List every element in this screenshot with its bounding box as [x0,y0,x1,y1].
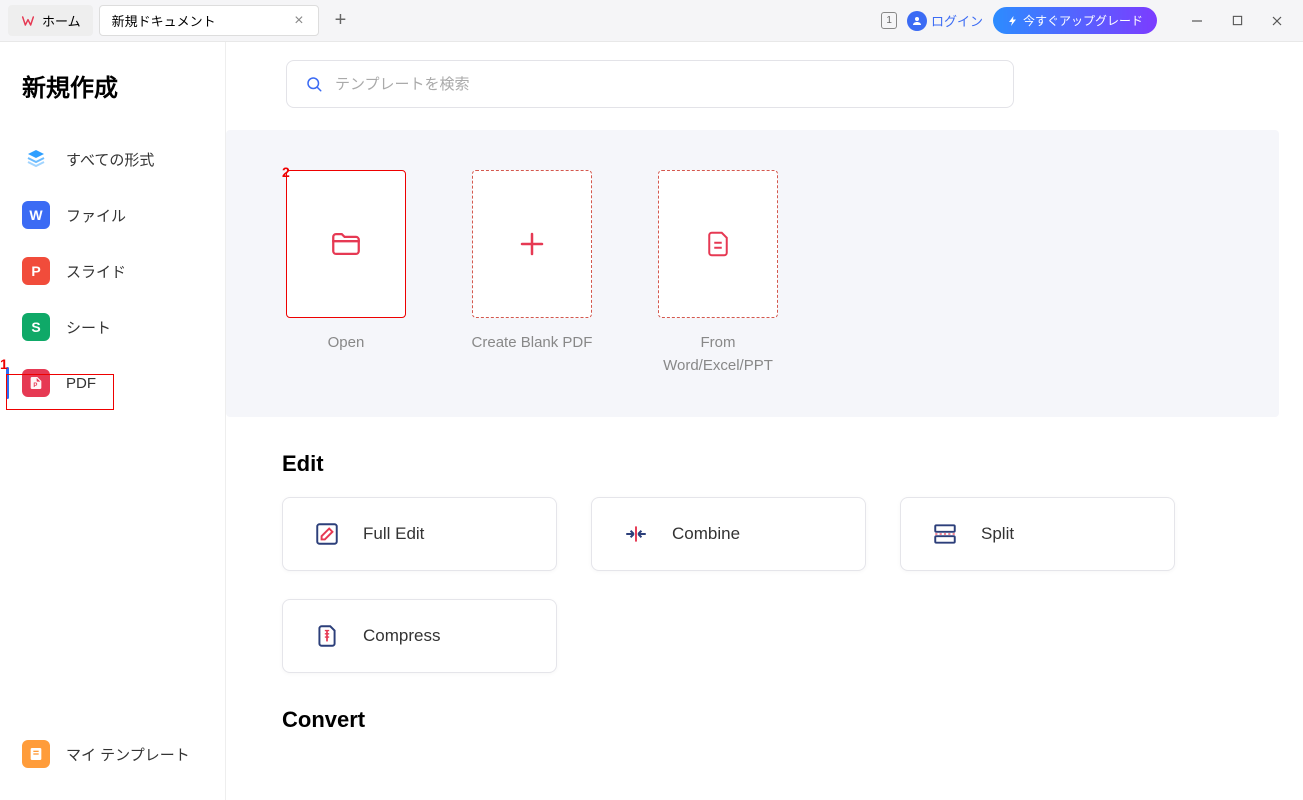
titlebar-right: 1 ログイン 今すぐアップグレード [881,7,1295,35]
sidebar-item-label: スライド [66,261,126,282]
window-count-badge: 1 [881,12,897,29]
pdf-icon: P [22,369,50,397]
close-window-button[interactable] [1259,7,1295,35]
section-title-convert: Convert [226,673,1303,753]
search-input[interactable] [335,76,995,93]
section-title-edit: Edit [226,417,1303,497]
login-link[interactable]: ログイン [907,11,983,31]
sidebar-item-file[interactable]: W ファイル [0,187,225,243]
spreadsheet-icon: S [22,313,50,341]
sidebar-title: 新規作成 [0,62,225,131]
search-icon [305,75,323,93]
svg-text:P: P [33,383,37,389]
action-label: Full Edit [363,524,424,544]
new-pdf-section: Open Create Blank PDF From Word/Excel/PP… [226,130,1279,417]
folder-open-icon [329,227,363,261]
sidebar-item-all-formats[interactable]: すべての形式 [0,131,225,187]
logo-icon [20,13,36,29]
action-label: Compress [363,626,440,646]
sidebar-item-label: PDF [66,375,96,392]
annotation-label-2: 2 [282,164,290,180]
action-full-edit[interactable]: Full Edit [282,497,557,571]
card-open[interactable] [286,170,406,318]
tab-document[interactable]: 新規ドキュメント × [99,5,319,36]
card-label: Open [328,332,365,355]
sidebar-item-label: シート [66,317,111,338]
sidebar-item-sheet[interactable]: S シート [0,299,225,355]
login-label: ログイン [931,11,983,30]
card-create-blank[interactable] [472,170,592,318]
sidebar-item-label: ファイル [66,205,126,226]
sidebar-item-my-templates[interactable]: マイ テンプレート [0,726,225,782]
titlebar: ホーム 新規ドキュメント × + 1 ログイン 今すぐアップグレード [0,0,1303,42]
tab-home-label: ホーム [42,11,81,30]
combine-icon [622,520,650,548]
layers-icon [22,145,50,173]
tab-doc-label: 新規ドキュメント [112,11,216,30]
action-split[interactable]: Split [900,497,1175,571]
action-combine[interactable]: Combine [591,497,866,571]
upgrade-button[interactable]: 今すぐアップグレード [993,7,1157,34]
new-tab-button[interactable]: + [325,5,357,36]
card-from-office[interactable] [658,170,778,318]
compress-icon [313,622,341,650]
sidebar-item-label: すべての形式 [66,149,154,170]
sidebar-item-pdf[interactable]: P PDF [0,355,225,411]
word-icon: W [22,201,50,229]
main-content: Open Create Blank PDF From Word/Excel/PP… [226,42,1303,800]
upgrade-label: 今すぐアップグレード [1023,12,1143,29]
annotation-label-1: 1 [0,356,8,372]
card-label: Create Blank PDF [472,332,593,355]
action-compress[interactable]: Compress [282,599,557,673]
search-box[interactable] [286,60,1014,108]
action-label: Split [981,524,1014,544]
template-icon [22,740,50,768]
edit-icon [313,520,341,548]
lightning-icon [1007,15,1019,27]
document-icon [703,229,733,259]
user-icon [907,11,927,31]
plus-icon [517,229,547,259]
sidebar-item-label: マイ テンプレート [66,744,190,765]
card-label: From Word/Excel/PPT [654,332,782,377]
split-icon [931,520,959,548]
action-label: Combine [672,524,740,544]
minimize-button[interactable] [1179,7,1215,35]
window-controls [1179,7,1295,35]
sidebar: 新規作成 すべての形式 W ファイル P スライド S シート P PDF [0,42,226,800]
tab-home[interactable]: ホーム [8,5,93,36]
sidebar-item-slide[interactable]: P スライド [0,243,225,299]
presentation-icon: P [22,257,50,285]
close-icon[interactable]: × [290,12,307,30]
maximize-button[interactable] [1219,7,1255,35]
